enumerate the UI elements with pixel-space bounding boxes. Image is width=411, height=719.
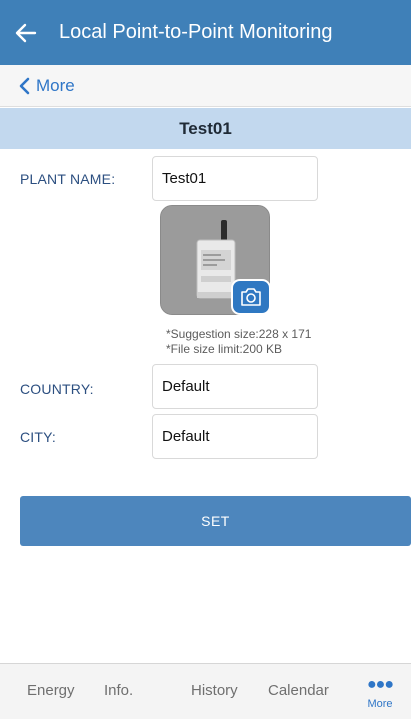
city-label: CITY:	[20, 429, 57, 445]
chevron-left-icon	[19, 77, 30, 94]
plant-name-value: Test01	[162, 170, 207, 187]
tab-history[interactable]: History	[191, 682, 238, 699]
camera-icon	[241, 288, 261, 306]
section-title: Test01	[0, 108, 411, 149]
city-value: Default	[162, 428, 210, 445]
nav-bar: More	[0, 65, 411, 107]
country-value: Default	[162, 378, 210, 395]
set-button[interactable]: SET	[20, 496, 411, 546]
app-bar: Local Point-to-Point Monitoring	[0, 0, 411, 65]
page-title: Local Point-to-Point Monitoring	[59, 21, 333, 43]
photo-size-hint: *Suggestion size:228 x 171	[166, 327, 312, 341]
back-arrow-icon[interactable]	[4, 0, 48, 65]
tab-bar: Energy Info. History Calendar ●●● More	[0, 663, 411, 719]
plant-name-field[interactable]: Test01	[152, 156, 318, 201]
tab-calendar[interactable]: Calendar	[268, 682, 329, 699]
more-back-link[interactable]: More	[18, 76, 75, 96]
country-label: COUNTRY:	[20, 381, 94, 397]
tab-more-label: More	[367, 698, 393, 710]
tab-energy[interactable]: Energy	[27, 682, 75, 699]
camera-button[interactable]	[231, 279, 271, 315]
plant-name-label: PLANT NAME:	[20, 171, 116, 187]
tab-info[interactable]: Info.	[104, 682, 133, 699]
tab-more[interactable]: ●●● More	[360, 676, 400, 710]
city-field[interactable]: Default	[152, 414, 318, 459]
more-back-label: More	[36, 75, 75, 95]
more-dots-icon: ●●●	[367, 676, 394, 693]
photo-limit-hint: *File size limit:200 KB	[166, 342, 283, 356]
country-field[interactable]: Default	[152, 364, 318, 409]
